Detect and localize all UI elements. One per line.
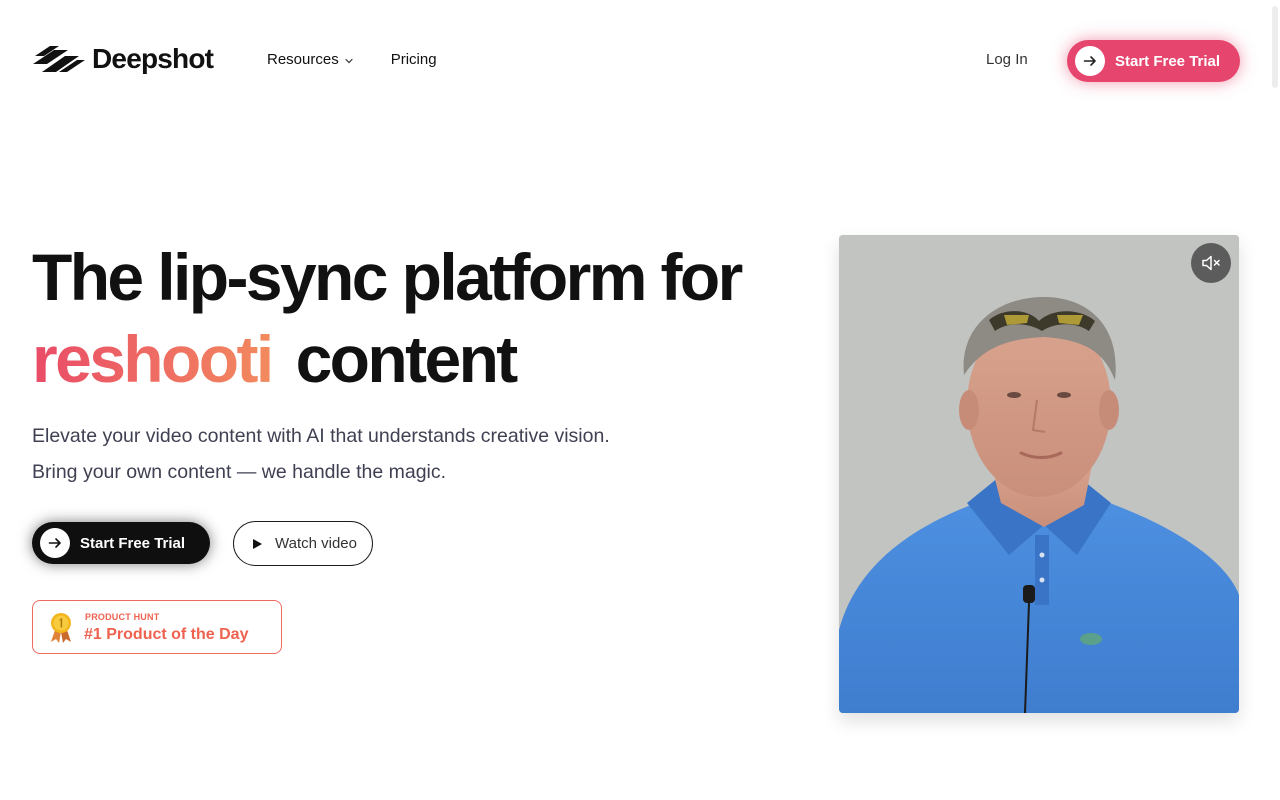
login-link[interactable]: Log In [986,50,1028,70]
hero-subtext: Elevate your video content with AI that … [32,418,732,490]
header-start-trial-button[interactable]: Start Free Trial [1067,40,1240,82]
chevron-down-icon [345,58,353,64]
arrow-right-icon [48,538,61,548]
watch-video-button[interactable]: Watch video [233,521,373,566]
hero-headline: The lip-sync platform for reshooti conten… [32,236,822,400]
nav-item-label: Pricing [390,51,437,68]
nav-item-label: Resources [267,51,339,68]
arrow-circle [40,528,70,558]
medal-icon [51,613,71,643]
brand-logo[interactable]: Deepshot [32,43,214,75]
brand-name: Deepshot [92,43,214,74]
headline-rest: content [295,322,519,396]
video-frame [839,235,1239,713]
site-header: Deepshot Resources Pricing Log In Start … [0,0,1280,120]
headline-line-2: reshooti content [32,318,822,400]
headline-line-1: The lip-sync platform for [32,240,743,314]
demo-video-player[interactable] [839,235,1239,713]
play-icon [253,538,262,549]
nav-item-resources[interactable]: Resources [267,50,354,70]
scrollbar[interactable] [1272,6,1278,88]
badge-title: #1 Product of the Day [84,626,249,643]
product-hunt-badge[interactable]: PRODUCT HUNT #1 Product of the Day [32,600,282,654]
arrow-circle [1075,46,1105,76]
headline-accent-word: reshooti [32,322,274,396]
watch-video-label: Watch video [275,535,357,552]
main-nav: Resources Pricing [267,50,437,70]
wave-stripes-logo-icon [33,46,85,72]
badge-kicker: PRODUCT HUNT [85,612,160,622]
hero-start-trial-label: Start Free Trial [80,534,186,552]
header-start-trial-label: Start Free Trial [1115,52,1221,70]
nav-item-pricing[interactable]: Pricing [391,50,437,70]
arrow-right-icon [1083,56,1096,66]
mute-toggle-button[interactable] [1191,243,1231,283]
speaker-muted-icon [1202,255,1220,271]
hero-start-trial-button[interactable]: Start Free Trial [32,522,210,564]
subtext-line-2: Bring your own content — we handle the m… [32,461,447,483]
subtext-line-1: Elevate your video content with AI that … [32,425,610,447]
